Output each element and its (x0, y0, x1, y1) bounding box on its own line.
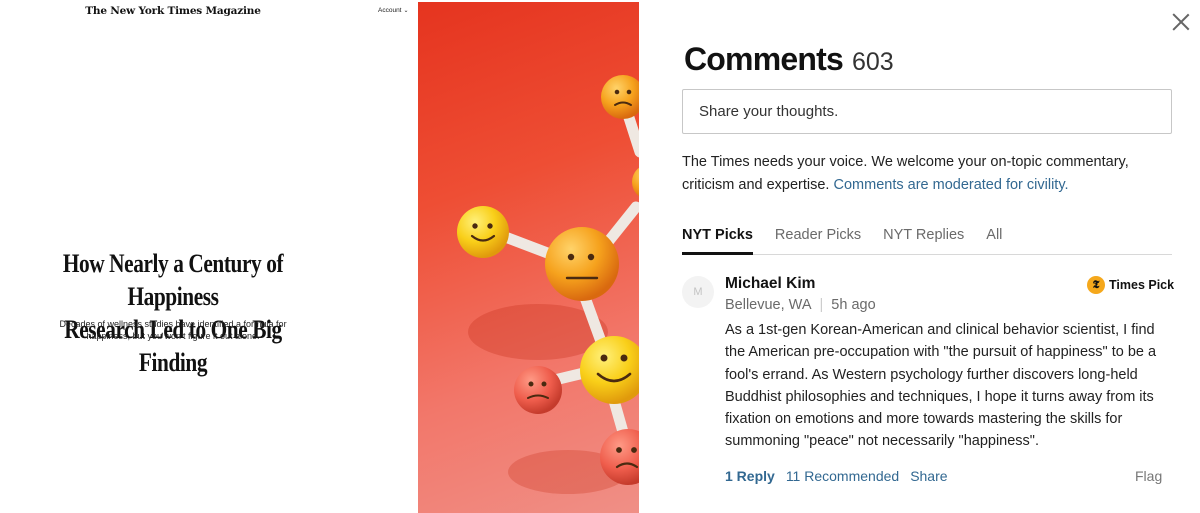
tab-reader-picks[interactable]: Reader Picks (775, 224, 861, 255)
times-pick-badge: 𝕿 Times Pick (1087, 276, 1174, 294)
hero-image (418, 2, 639, 513)
comment-tabs: NYT Picks Reader Picks NYT Replies All (682, 224, 1172, 255)
comments-title: Comments (684, 41, 844, 77)
share-button[interactable]: Share (910, 468, 947, 484)
tab-nyt-picks[interactable]: NYT Picks (682, 224, 753, 255)
comment-time: 5h ago (831, 297, 876, 313)
comment-author[interactable]: Michael Kim (725, 275, 815, 293)
comments-count: 603 (851, 48, 894, 76)
molecule-illustration (457, 75, 639, 494)
comment-meta: Bellevue, WA | 5h ago (725, 297, 876, 313)
recommend-button[interactable]: 11 Recommended (786, 468, 899, 484)
share-thoughts-input[interactable] (682, 89, 1172, 134)
comments-header: Comments 603 (684, 41, 894, 78)
reply-link[interactable]: 1 Reply (725, 468, 775, 484)
avatar: M (682, 276, 714, 308)
headline-line-1: How Nearly a Century of Happiness (62, 249, 284, 311)
comments-panel: Comments 603 The Times needs your voice.… (640, 0, 1200, 513)
nyt-t-icon: 𝕿 (1087, 276, 1105, 294)
article-summary: Decades of wellness studies have identif… (59, 319, 287, 341)
comment-location: Bellevue, WA (725, 297, 812, 313)
meta-divider: | (819, 297, 824, 313)
tab-nyt-replies[interactable]: NYT Replies (883, 224, 964, 255)
chevron-down-icon: ⌄ (403, 8, 409, 14)
article-panel: The New York Times Magazine Account ⌄ Ho… (0, 0, 418, 513)
article-headline: How Nearly a Century of Happiness Resear… (31, 247, 315, 379)
flag-button[interactable]: Flag (1135, 468, 1162, 484)
civility-link[interactable]: Comments are moderated for civility. (834, 177, 1069, 193)
account-menu[interactable]: Account ⌄ (378, 7, 409, 14)
masthead-logo[interactable]: The New York Times Magazine (0, 5, 346, 17)
tab-all[interactable]: All (986, 224, 1002, 255)
comment-actions: 1 Reply 11 Recommended Share (725, 468, 948, 484)
close-icon[interactable] (1171, 12, 1191, 32)
times-pick-label: Times Pick (1109, 278, 1175, 292)
comment-body: As a 1st-gen Korean-American and clinica… (725, 322, 1157, 450)
comments-intro: The Times needs your voice. We welcome y… (682, 151, 1152, 197)
account-label: Account (378, 7, 402, 14)
